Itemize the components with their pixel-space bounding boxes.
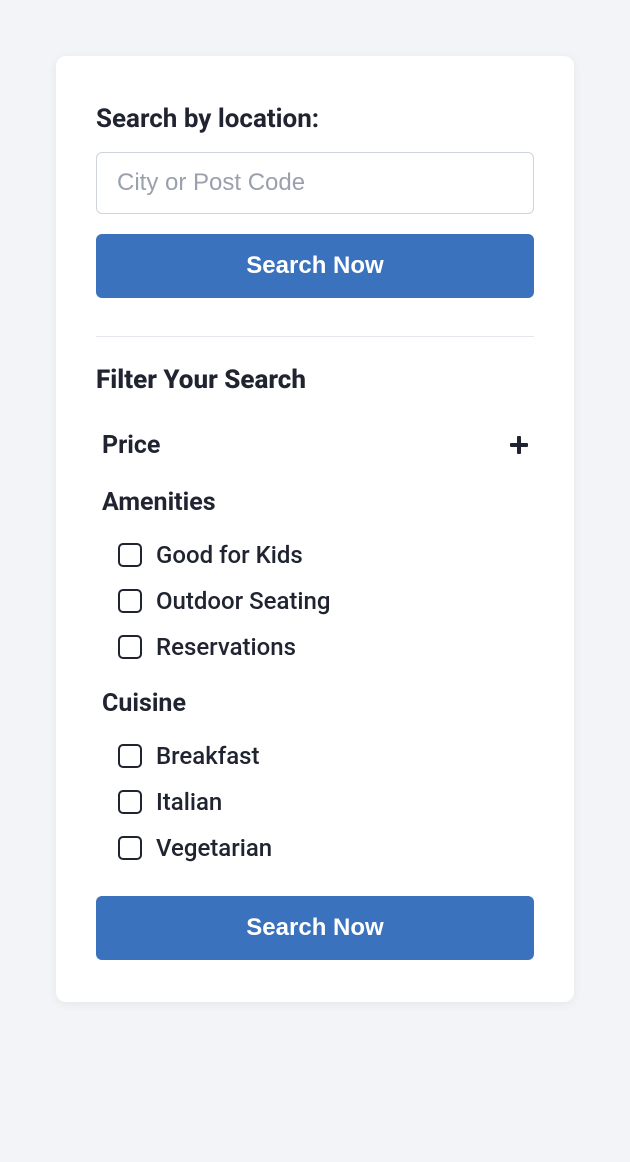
option-row: Italian: [118, 788, 528, 816]
option-label[interactable]: Breakfast: [156, 742, 259, 770]
location-input[interactable]: [96, 152, 534, 214]
option-label[interactable]: Vegetarian: [156, 834, 272, 862]
checkbox-good-for-kids[interactable]: [118, 543, 142, 567]
option-row: Vegetarian: [118, 834, 528, 862]
search-label: Search by location:: [96, 104, 534, 134]
filter-section-amenities: Amenities Good for Kids Outdoor Seating …: [96, 488, 534, 661]
filter-heading: Filter Your Search: [96, 365, 534, 395]
checkbox-italian[interactable]: [118, 790, 142, 814]
search-filter-card: Search by location: Search Now Filter Yo…: [56, 56, 574, 1002]
option-label[interactable]: Italian: [156, 788, 222, 816]
filter-section-price: Price: [96, 431, 534, 460]
divider: [96, 336, 534, 337]
filter-section-cuisine: Cuisine Breakfast Italian Vegetarian: [96, 689, 534, 862]
checkbox-outdoor-seating[interactable]: [118, 589, 142, 613]
filter-title: Price: [102, 431, 160, 460]
checkbox-reservations[interactable]: [118, 635, 142, 659]
checkbox-vegetarian[interactable]: [118, 836, 142, 860]
option-row: Breakfast: [118, 742, 528, 770]
option-label[interactable]: Good for Kids: [156, 541, 303, 569]
checkbox-breakfast[interactable]: [118, 744, 142, 768]
filter-title: Amenities: [102, 488, 216, 517]
option-row: Good for Kids: [118, 541, 528, 569]
filter-options-amenities: Good for Kids Outdoor Seating Reservatio…: [102, 541, 528, 661]
filter-title: Cuisine: [102, 689, 186, 718]
search-button-bottom[interactable]: Search Now: [96, 896, 534, 960]
option-row: Reservations: [118, 633, 528, 661]
filter-header-cuisine[interactable]: Cuisine: [102, 689, 528, 718]
filter-header-amenities[interactable]: Amenities: [102, 488, 528, 517]
search-button-top[interactable]: Search Now: [96, 234, 534, 298]
option-label[interactable]: Reservations: [156, 633, 296, 661]
filter-header-price[interactable]: Price: [102, 431, 528, 460]
filter-options-cuisine: Breakfast Italian Vegetarian: [102, 742, 528, 862]
option-label[interactable]: Outdoor Seating: [156, 587, 330, 615]
plus-icon: [510, 435, 528, 457]
option-row: Outdoor Seating: [118, 587, 528, 615]
